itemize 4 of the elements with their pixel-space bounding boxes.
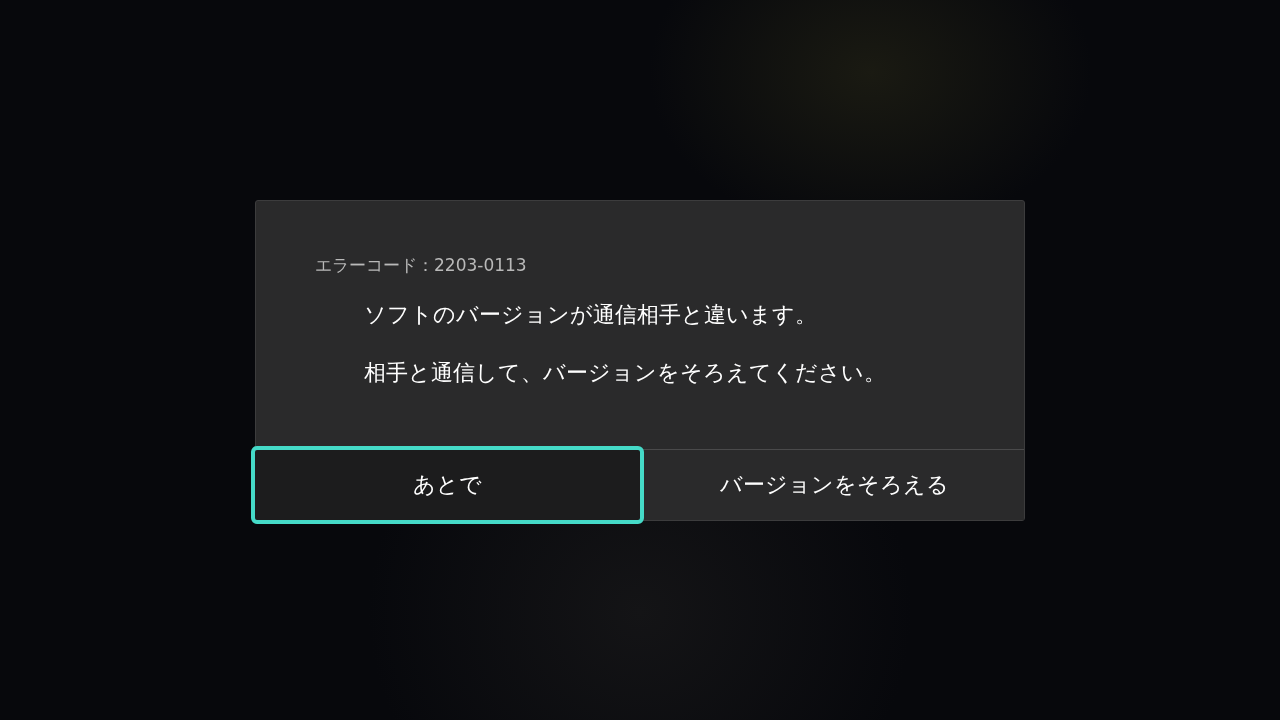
error-message: 相手と通信して、バージョンをそろえてください。	[364, 359, 887, 387]
error-message: ソフトのバージョンが通信相手と違います。	[364, 301, 818, 329]
error-code: エラーコード：2203-0113	[315, 254, 528, 276]
dialog-button[interactable]: あとで	[251, 446, 644, 524]
